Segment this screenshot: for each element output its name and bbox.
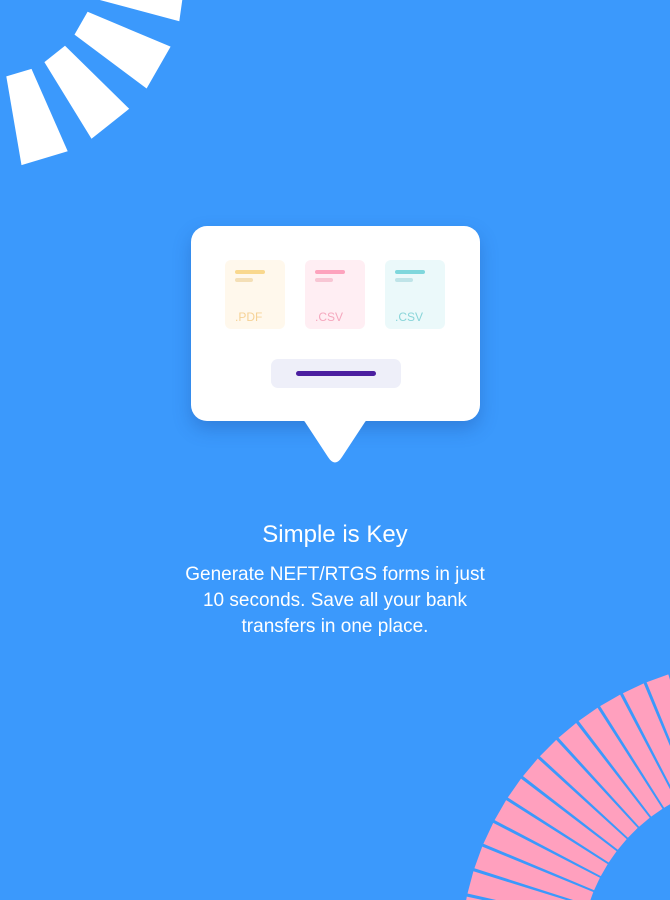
file-line-decoration <box>235 270 265 274</box>
file-extension-label: .CSV <box>315 310 344 324</box>
file-extension-label: .PDF <box>235 310 263 324</box>
csv-file-icon: .CSV <box>385 260 445 329</box>
file-line-decoration <box>315 278 333 282</box>
speech-bubble-tail <box>289 412 381 463</box>
pdf-file-icon: .PDF <box>225 260 285 329</box>
csv-file-icon: .CSV <box>305 260 365 329</box>
file-line-decoration <box>395 270 425 274</box>
onboarding-description: Generate NEFT/RTGS forms in just 10 seco… <box>185 564 485 637</box>
file-line-decoration <box>315 270 345 274</box>
generate-action-pill <box>271 359 401 388</box>
file-extension-label: .CSV <box>395 310 424 324</box>
action-bar <box>296 371 376 376</box>
onboarding-screen: .PDF .CSV .CSV Simple is Key Generate NE… <box>0 0 670 900</box>
file-line-decoration <box>235 278 253 282</box>
file-line-decoration <box>395 278 413 282</box>
file-formats-card: .PDF .CSV .CSV <box>191 226 480 421</box>
onboarding-title: Simple is Key <box>262 521 408 548</box>
